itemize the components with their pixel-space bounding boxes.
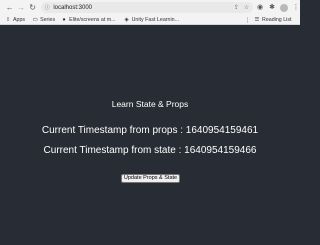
update-props-state-button[interactable]: Update Props & State bbox=[121, 174, 180, 183]
github-icon: ● bbox=[62, 16, 66, 23]
bookmarks-divider bbox=[247, 17, 248, 23]
props-timestamp: Current Timestamp from props : 164095415… bbox=[41, 125, 259, 136]
extension-icon[interactable]: ◉ bbox=[256, 4, 264, 12]
state-timestamp: Current Timestamp from state : 164095415… bbox=[43, 145, 257, 156]
bookmark-label: Series bbox=[40, 16, 56, 23]
reading-list[interactable]: ☰ Reading List bbox=[254, 15, 292, 25]
menu-kebab-icon[interactable]: ⋮ bbox=[292, 4, 300, 12]
profile-avatar[interactable] bbox=[280, 3, 288, 12]
site-info-icon[interactable]: ⓘ bbox=[44, 4, 50, 11]
bookmark-apps[interactable]: ⁞⁞ Apps bbox=[5, 17, 25, 23]
app-page: Learn State & Props Current Timestamp fr… bbox=[0, 26, 300, 245]
extensions-puzzle-icon[interactable]: ✱ bbox=[268, 4, 276, 12]
bookmark-label: Apps bbox=[13, 16, 26, 23]
share-icon[interactable]: ⇪ bbox=[233, 4, 240, 11]
back-arrow-icon[interactable]: ← bbox=[5, 2, 14, 13]
folder-icon: ▭ bbox=[32, 16, 38, 23]
bookmark-series[interactable]: ▭ Series bbox=[32, 17, 55, 23]
bookmark-label: Elite/screens at m... bbox=[69, 16, 116, 23]
bookmark-star-icon[interactable]: ☆ bbox=[243, 4, 250, 11]
bookmark-label: Unity Fast Learnin... bbox=[131, 16, 180, 23]
page-title: Learn State & Props bbox=[111, 99, 189, 109]
bookmarks-bar: ⁞⁞ Apps ▭ Series ● Elite/screens at m...… bbox=[0, 15, 300, 25]
browser-toolbar: ← → ↻ ⓘ localhost:3000 ⇪ ☆ ◉ ✱ ⋮ bbox=[0, 0, 300, 15]
url-text[interactable]: localhost:3000 bbox=[53, 5, 92, 11]
address-bar[interactable]: ⓘ localhost:3000 ⇪ ☆ bbox=[41, 2, 253, 13]
reading-list-icon: ☰ bbox=[254, 17, 260, 23]
unity-icon: ◈ bbox=[124, 16, 129, 23]
bookmark-unity[interactable]: ◈ Unity Fast Learnin... bbox=[124, 17, 179, 23]
reading-list-label: Reading List bbox=[262, 17, 292, 23]
bookmark-elite[interactable]: ● Elite/screens at m... bbox=[61, 16, 116, 23]
reload-icon[interactable]: ↻ bbox=[28, 2, 37, 13]
forward-arrow-icon[interactable]: → bbox=[16, 2, 25, 13]
apps-grid-icon: ⁞⁞ bbox=[6, 16, 10, 23]
